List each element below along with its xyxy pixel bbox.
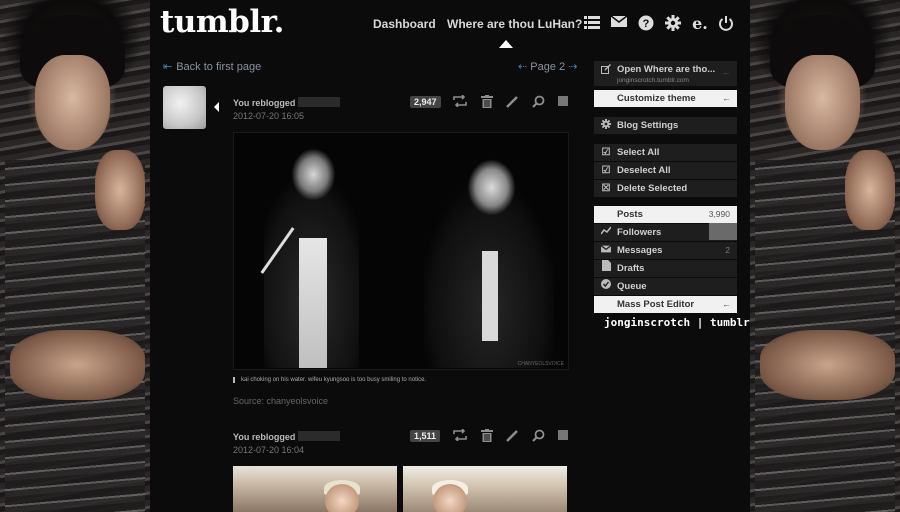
power-icon[interactable]: [717, 15, 735, 33]
avatar[interactable]: [163, 86, 206, 129]
posts-label: Posts: [617, 209, 643, 220]
sidebar-item-messages[interactable]: Messages 2: [594, 242, 737, 259]
svg-text:?: ?: [643, 18, 650, 30]
background-portrait-right: [750, 0, 900, 512]
post-date: 2012-07-20 16:04: [233, 445, 305, 455]
edit-post-icon[interactable]: [505, 95, 519, 111]
delete-selected-label: Delete Selected: [617, 183, 688, 194]
background-portrait-left: [0, 0, 150, 512]
mass-post-editor-button[interactable]: Mass Post Editor ←: [594, 296, 737, 313]
check-circle-icon: [599, 278, 613, 295]
gear-icon[interactable]: [664, 15, 682, 33]
reblog-icon[interactable]: [453, 94, 467, 110]
square-icon[interactable]: [556, 95, 570, 109]
photo-person-right: [424, 153, 554, 368]
followers-indicator: [709, 223, 737, 240]
sidebar-item-drafts[interactable]: Drafts: [594, 260, 737, 277]
notes-count[interactable]: 2,947: [410, 96, 441, 108]
sidebar-item-posts[interactable]: Posts 3,990: [594, 206, 737, 223]
post-date: 2012-07-20 16:05: [233, 111, 305, 121]
reblog-icon[interactable]: [453, 428, 467, 444]
post-source[interactable]: Source: chanyeolsvoice: [233, 396, 328, 406]
blog-settings-button[interactable]: Blog Settings: [594, 117, 737, 134]
photo-watermark: CHANYEOLSVOICE: [517, 361, 564, 367]
messages-label: Messages: [617, 245, 663, 256]
back-to-first-page-link[interactable]: ⇤ Back to first page: [163, 60, 261, 73]
square-icon[interactable]: [556, 429, 570, 443]
delete-file-icon: ☒: [601, 183, 611, 194]
customize-theme-button[interactable]: Customize theme ←: [594, 90, 737, 107]
checkbox-icon: ☑: [601, 165, 611, 176]
open-blog-button[interactable]: Open Where are tho... jonginscrotch.tumb…: [594, 61, 737, 86]
blog-settings-label: Blog Settings: [617, 120, 679, 131]
drafts-label: Drafts: [617, 263, 645, 274]
next-page-arrow-icon[interactable]: ⇢: [568, 61, 577, 73]
arrow-left-icon: ←: [722, 67, 731, 77]
blog-signature: jonginscrotch | tumblr: [604, 316, 750, 329]
deselect-all-label: Deselect All: [617, 165, 671, 176]
arrow-left-icon: ←: [722, 93, 731, 103]
active-nav-caret: [499, 40, 513, 48]
mail-icon: [599, 242, 613, 259]
external-link-icon: [599, 64, 613, 78]
reblog-text: You reblogged: [233, 98, 296, 108]
edit-icon[interactable]: e.: [691, 15, 709, 33]
followers-label: Followers: [617, 227, 662, 238]
reblog-text: You reblogged: [233, 432, 296, 442]
photo-person-left: [260, 143, 359, 368]
post-photo[interactable]: [233, 466, 397, 512]
search-icon[interactable]: [531, 95, 545, 111]
list-icon[interactable]: [583, 15, 601, 33]
delete-selected-button[interactable]: ☒ Delete Selected: [594, 180, 737, 197]
search-icon[interactable]: [531, 429, 545, 445]
document-icon: [599, 260, 613, 277]
back-label: Back to first page: [176, 61, 262, 73]
checkbox-icon: ☑: [601, 147, 611, 158]
open-blog-label: Open Where are tho...: [617, 64, 716, 75]
post-photo[interactable]: [403, 466, 567, 512]
select-all-label: Select All: [617, 147, 660, 158]
page-label: Page 2: [530, 61, 566, 73]
mail-icon[interactable]: [610, 15, 628, 33]
nav-dashboard[interactable]: Dashboard: [373, 17, 436, 31]
arrow-left-icon: ←: [722, 299, 731, 309]
post-photo[interactable]: CHANYEOLSVOICE: [233, 132, 569, 370]
sidebar-item-queue[interactable]: Queue: [594, 278, 737, 295]
queue-label: Queue: [617, 281, 647, 292]
tumblr-logo[interactable]: tumblr.: [160, 4, 284, 40]
posts-count: 3,990: [708, 209, 730, 219]
open-blog-url: jonginscrotch.tumblr.com: [617, 77, 689, 84]
help-icon[interactable]: ?: [637, 15, 655, 33]
nav-blog[interactable]: Where are thou LuHan?: [447, 17, 582, 31]
avatar-pointer: [214, 102, 219, 112]
mass-post-editor-label: Mass Post Editor: [617, 299, 695, 310]
notes-count[interactable]: 1,511: [410, 430, 441, 442]
gear-icon: [599, 117, 613, 134]
pager: ⇠ Page 2 ⇢: [518, 60, 577, 73]
customize-theme-label: Customize theme: [617, 93, 696, 104]
deselect-all-button[interactable]: ☑ Deselect All: [594, 162, 737, 179]
delete-icon[interactable]: [480, 429, 494, 445]
prev-page-arrow-icon[interactable]: ⇠: [518, 61, 527, 73]
redacted-username: [298, 431, 341, 441]
post-reblog-line: You reblogged: [233, 431, 341, 442]
select-all-button[interactable]: ☑ Select All: [594, 144, 737, 161]
edit-post-icon[interactable]: [505, 429, 519, 445]
back-arrow-icon: ⇤: [163, 61, 173, 73]
chart-icon: [599, 224, 613, 241]
post-caption: kai choking on his water. wifeu kyungsoo…: [233, 377, 426, 383]
post-reblog-line: You reblogged: [233, 97, 341, 108]
messages-count: 2: [725, 245, 730, 255]
delete-icon[interactable]: [480, 95, 494, 111]
redacted-username: [298, 97, 341, 107]
